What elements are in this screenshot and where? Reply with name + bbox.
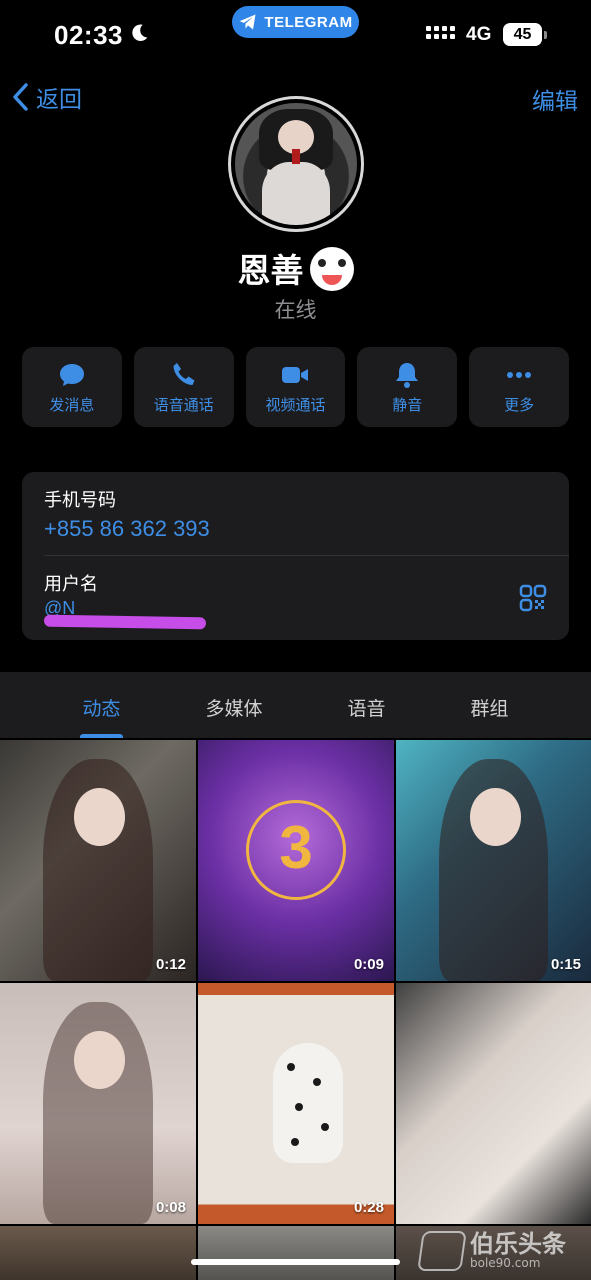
moon-icon [132, 24, 148, 41]
mute-button[interactable]: 静音 [357, 347, 458, 427]
media-grid: 0:12 3 0:09 0:15 0:08 0:28 [0, 740, 591, 1280]
media-tile[interactable]: 0:15 [396, 740, 591, 981]
phone-icon [173, 362, 195, 385]
phone-label: 手机号码 [44, 490, 116, 511]
toy-dog-graphic [273, 1043, 343, 1163]
phone-value[interactable]: +855 86 362 393 [44, 516, 547, 542]
message-button[interactable]: 发消息 [22, 347, 122, 427]
voice-call-label: 语音通话 [153, 395, 214, 414]
home-indicator[interactable] [191, 1259, 400, 1265]
media-tile[interactable] [0, 1226, 196, 1280]
media-tile[interactable]: 0:08 [0, 983, 196, 1224]
chevron-left-icon [13, 83, 28, 111]
profile-status: 在线 [274, 298, 317, 322]
watermark: 伯乐头条 bole90.com [417, 1222, 591, 1280]
back-label: 返回 [36, 87, 82, 113]
lucky-cat-emoji-icon [309, 246, 354, 291]
more-label: 更多 [504, 395, 535, 414]
chat-bubble-icon [59, 363, 84, 386]
media-tile[interactable]: 0:12 [0, 740, 196, 981]
status-bar: 02:33 TELEGRAM 4G 45 [0, 0, 591, 70]
info-card: 手机号码 +855 86 362 393 用户名 @N [22, 472, 569, 640]
media-tile[interactable]: 0:28 [198, 983, 394, 1224]
profile-name-text: 恩善 [237, 251, 304, 290]
countdown-graphic: 3 [246, 800, 346, 900]
video-duration: 0:15 [550, 956, 581, 973]
media-tile[interactable]: 3 0:09 [198, 740, 394, 981]
tab-groups[interactable]: 群组 [470, 672, 508, 738]
video-call-button[interactable]: 视频通话 [245, 347, 346, 427]
bell-icon [396, 362, 419, 388]
video-duration: 0:28 [353, 1199, 384, 1216]
media-tabs: 动态 多媒体 语音 群组 [0, 672, 591, 738]
video-duration: 0:12 [155, 956, 186, 973]
watermark-logo-icon [417, 1231, 467, 1271]
tab-voice[interactable]: 语音 [347, 672, 385, 738]
video-duration: 0:08 [155, 1199, 186, 1216]
voice-call-button[interactable]: 语音通话 [133, 347, 234, 427]
more-dots-icon [507, 371, 532, 378]
avatar-image [235, 103, 357, 225]
back-button[interactable]: 返回 [10, 80, 82, 114]
signal-icon [426, 26, 455, 39]
telegram-pill[interactable]: TELEGRAM [232, 6, 359, 38]
phone-row[interactable]: 手机号码 +855 86 362 393 [22, 472, 569, 556]
network-type: 4G [466, 24, 492, 45]
edit-button[interactable]: 编辑 [532, 82, 578, 116]
media-tile[interactable] [396, 983, 591, 1224]
watermark-text: 伯乐头条 [470, 1230, 566, 1258]
tab-stories[interactable]: 动态 [80, 672, 123, 738]
profile-avatar[interactable] [228, 96, 364, 232]
battery-icon: 45 [503, 23, 547, 46]
mute-label: 静音 [392, 395, 423, 414]
battery-level: 45 [513, 26, 532, 43]
profile-name: 恩善 [0, 244, 591, 295]
more-button[interactable]: 更多 [469, 347, 569, 427]
media-tile[interactable] [198, 1226, 394, 1280]
tab-media[interactable]: 多媒体 [205, 672, 262, 738]
video-call-label: 视频通话 [265, 395, 326, 414]
username-label: 用户名 [44, 574, 98, 595]
status-time: 02:33 [54, 20, 123, 50]
action-buttons: 发消息 语音通话 视频通话 静音 更多 [22, 347, 569, 427]
telegram-plane-icon [240, 14, 256, 30]
video-camera-icon [282, 366, 309, 383]
message-label: 发消息 [49, 395, 95, 414]
video-duration: 0:09 [353, 956, 384, 973]
telegram-pill-label: TELEGRAM [264, 13, 353, 31]
qr-code-icon[interactable] [519, 584, 547, 612]
watermark-url: bole90.com [470, 1256, 541, 1270]
